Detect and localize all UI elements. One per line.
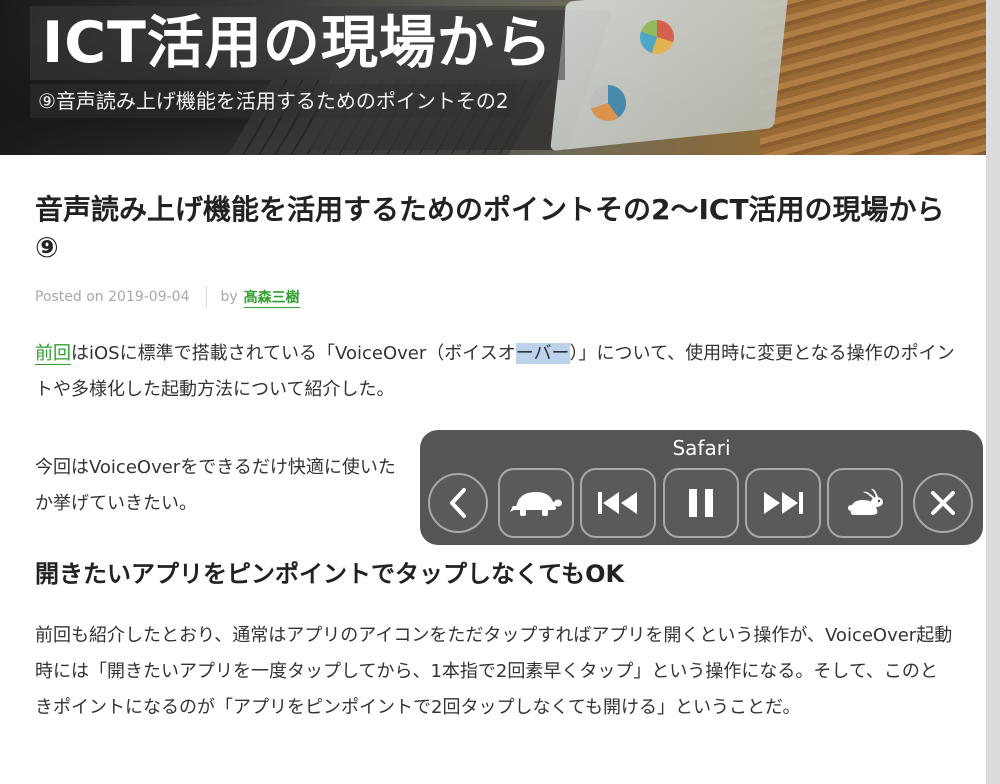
banner-background-screen (550, 0, 790, 152)
section-heading: 開きたいアプリをピンポイントでタップしなくてもOK (35, 560, 625, 588)
paragraph-text: か挙げていきたい。 (35, 493, 197, 514)
pause-icon (689, 489, 713, 517)
chevron-left-icon (450, 488, 466, 518)
previous-article-link[interactable]: 前回 (35, 343, 71, 365)
selected-text: ーバー (515, 343, 570, 364)
skip-back-icon (598, 492, 637, 514)
back-button[interactable] (428, 473, 488, 533)
skip-forward-button[interactable] (745, 468, 821, 538)
banner-pie-chart-image (640, 20, 674, 54)
close-icon (931, 491, 955, 515)
header-banner: ICT活用の現場から ⑨音声読み上げ機能を活用するためのポイントその2 (0, 0, 986, 155)
paragraph-text: 今回はVoiceOverをできるだけ快適に使いた (35, 457, 396, 478)
skip-forward-icon (764, 492, 803, 514)
close-button[interactable] (913, 473, 973, 533)
speak-screen-controller: Safari (420, 430, 983, 545)
by-label: by (220, 289, 238, 305)
pause-button[interactable] (663, 468, 739, 538)
turtle-icon (510, 492, 562, 516)
controller-app-title: Safari (672, 436, 731, 460)
rabbit-icon (848, 488, 883, 515)
post-meta: Posted on 2019-09-04 by 髙森三樹 (35, 286, 300, 308)
post-date: Posted on 2019-09-04 (35, 289, 190, 305)
post-title: 音声読み上げ機能を活用するためのポイントその2〜ICT活用の現場から⑨ (35, 193, 945, 264)
banner-pie-chart-image (590, 85, 626, 121)
faster-speed-button[interactable] (827, 468, 903, 538)
banner-title: ICT活用の現場から (30, 6, 565, 80)
scrollbar-track[interactable] (986, 0, 1000, 784)
skip-back-button[interactable] (580, 468, 656, 538)
paragraph-intro: 前回はiOSに標準で搭載されている「VoiceOver（ボイスオーバー）」につい… (35, 336, 955, 408)
paragraph-4: 前回も紹介したとおり、通常はアプリのアイコンをただタップすればアプリを開くという… (35, 625, 953, 718)
banner-background-wood (760, 0, 986, 155)
paragraph-text: はiOSに標準で搭載されている「VoiceOver（ボイスオ (71, 343, 516, 364)
banner-subtitle: ⑨音声読み上げ機能を活用するためのポイントその2 (30, 84, 517, 118)
slower-speed-button[interactable] (498, 468, 574, 538)
meta-divider (205, 286, 207, 308)
author-link[interactable]: 髙森三樹 (243, 287, 300, 308)
